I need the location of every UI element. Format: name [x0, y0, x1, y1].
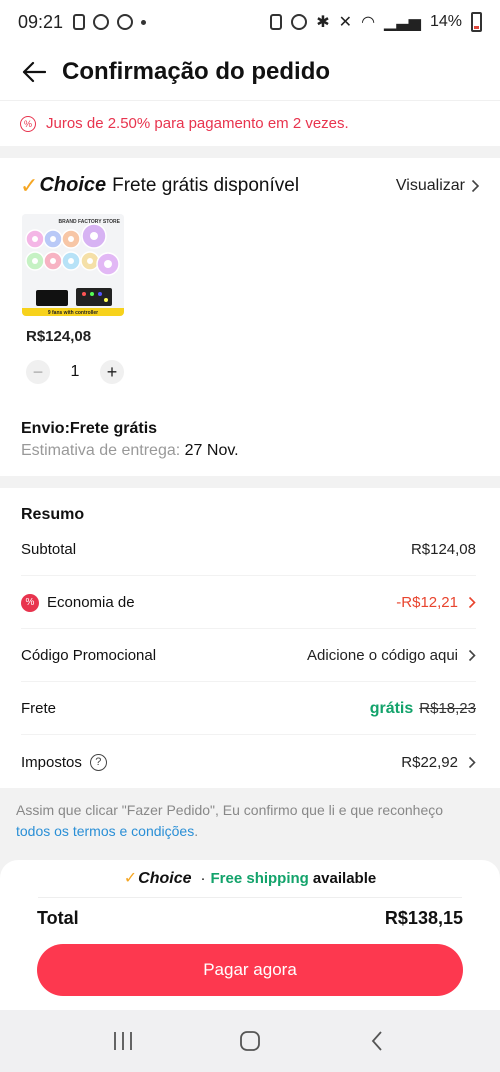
shipping-cost-label: Frete	[21, 700, 57, 717]
chevron-right-icon	[468, 596, 476, 609]
delivery-estimate: Estimativa de entrega: 27 Nov.	[21, 442, 239, 460]
shipping-card: ✓ Choice Frete grátis disponível Visuali…	[0, 158, 500, 476]
chevron-right-icon	[471, 179, 480, 192]
installment-notice-text: Juros de 2.50% para pagamento em 2 vezes…	[46, 115, 349, 132]
promo-code-value: Adicione o código aqui	[307, 647, 476, 664]
status-right-icons: ✱ ✕ ◠ ▁▃▅ 14%	[270, 12, 482, 32]
alarm-icon	[291, 14, 308, 30]
choice-check-icon: ✓	[20, 172, 39, 198]
subtotal-label: Subtotal	[21, 541, 77, 558]
home-icon[interactable]	[230, 1021, 270, 1061]
delivery-estimate-label: Estimativa de entrega:	[21, 442, 181, 459]
notification-app-icon	[73, 14, 86, 30]
shipping-original-price: R$18,23	[419, 700, 476, 717]
terms-text: Assim que clicar "Fazer Pedido", Eu conf…	[16, 802, 444, 818]
savings-value: -R$12,21	[396, 594, 476, 611]
subtotal-row: Subtotal R$124,08	[21, 524, 476, 576]
delivery-estimate-date: 27 Nov.	[184, 442, 239, 459]
decrease-quantity-button[interactable]: −	[26, 360, 50, 384]
installment-notice: % Juros de 2.50% para pagamento em 2 vez…	[0, 100, 500, 146]
lock-icon	[270, 14, 283, 30]
page-title: Confirmação do pedido	[62, 58, 331, 85]
savings-amount: -R$12,21	[396, 594, 458, 611]
subtotal-value: R$124,08	[411, 541, 476, 558]
back-arrow-icon[interactable]	[20, 58, 48, 86]
app-notification-icon	[117, 14, 134, 30]
available-text: available	[312, 870, 377, 887]
shipping-method: Envio:Frete grátis	[21, 420, 158, 437]
percent-badge-icon: %	[20, 115, 36, 132]
total-amount: R$138,15	[384, 908, 463, 928]
mute-icon: ✕	[338, 14, 353, 31]
taxes-amount: R$22,92	[401, 753, 458, 771]
shipping-free-text: grátis	[369, 699, 414, 717]
terms-end: .	[194, 823, 199, 839]
chevron-right-icon	[468, 756, 476, 768]
view-button[interactable]: Visualizar	[396, 177, 480, 195]
battery-percent: 14%	[429, 13, 462, 30]
question-circle-icon[interactable]: ?	[89, 753, 107, 771]
taxes-value: R$22,92	[401, 754, 476, 771]
bluetooth-icon: ✱	[316, 14, 330, 31]
back-nav-icon[interactable]	[357, 1021, 397, 1061]
savings-row[interactable]: % Economia de -R$12,21	[21, 577, 476, 629]
promo-code-row[interactable]: Código Promocional Adicione o código aqu…	[21, 630, 476, 682]
shipping-cost-value: grátis R$18,23	[370, 700, 476, 718]
status-left-icons	[73, 14, 147, 30]
total-row: Total R$138,15	[37, 908, 463, 929]
chevron-right-icon	[468, 649, 476, 662]
product-image-caption: 9 fans with controller	[48, 310, 98, 316]
terms-notice: Assim que clicar "Fazer Pedido", Eu conf…	[16, 800, 480, 842]
checkout-bar: ✓ Choice · Free shipping available Total…	[0, 860, 500, 1010]
free-shipping-text: Free shipping	[210, 870, 309, 887]
page-header: Confirmação do pedido	[0, 44, 500, 100]
battery-icon	[471, 12, 482, 32]
status-time: 09:21	[18, 11, 64, 32]
subtotal-amount: R$124,08	[410, 541, 476, 558]
choice-check-icon: ✓	[123, 869, 138, 887]
summary-title: Resumo	[21, 506, 85, 523]
recents-icon[interactable]	[103, 1021, 143, 1061]
spotify-icon	[93, 14, 110, 30]
status-bar: 09:21 ✱ ✕ ◠ ▁▃▅ 14%	[0, 0, 500, 44]
order-summary: Resumo Subtotal R$124,08 % Economia de -…	[0, 488, 500, 788]
quantity-value: 1	[70, 363, 80, 380]
signal-icon: ▁▃▅	[384, 14, 421, 31]
separator: ·	[200, 870, 206, 887]
free-shipping-text: Frete grátis disponível	[112, 174, 300, 196]
taxes-label: Impostos	[21, 753, 82, 771]
more-notifications-icon	[141, 19, 147, 25]
discount-badge-icon: %	[21, 593, 39, 612]
system-nav-bar	[0, 1010, 500, 1072]
promo-code-label: Código Promocional	[21, 647, 157, 664]
view-label: Visualizar	[395, 176, 465, 194]
choice-label: Choice	[138, 869, 192, 887]
pay-now-button[interactable]: Pagar agora	[37, 944, 463, 996]
promo-code-placeholder: Adicione o código aqui	[307, 647, 458, 664]
choice-free-shipping-banner: ✓ Choice · Free shipping available	[38, 860, 462, 898]
terms-link[interactable]: todos os termos e condições	[16, 823, 194, 839]
quantity-stepper: − 1 +	[26, 360, 124, 384]
wifi-icon: ◠	[361, 14, 376, 31]
savings-label: Economia de	[47, 594, 135, 611]
choice-shipping-row: ✓ Choice Frete grátis disponível Visuali…	[20, 174, 480, 197]
increase-quantity-button[interactable]: +	[100, 360, 124, 384]
total-label: Total	[37, 908, 79, 928]
product-image[interactable]: BRAND FACTORY STORE 9 fans with controll…	[22, 214, 124, 316]
shipping-cost-row: Frete grátis R$18,23	[21, 683, 476, 735]
product-price: R$124,08	[26, 328, 92, 345]
choice-label: Choice	[39, 174, 107, 196]
taxes-row[interactable]: Impostos ? R$22,92	[21, 736, 476, 788]
